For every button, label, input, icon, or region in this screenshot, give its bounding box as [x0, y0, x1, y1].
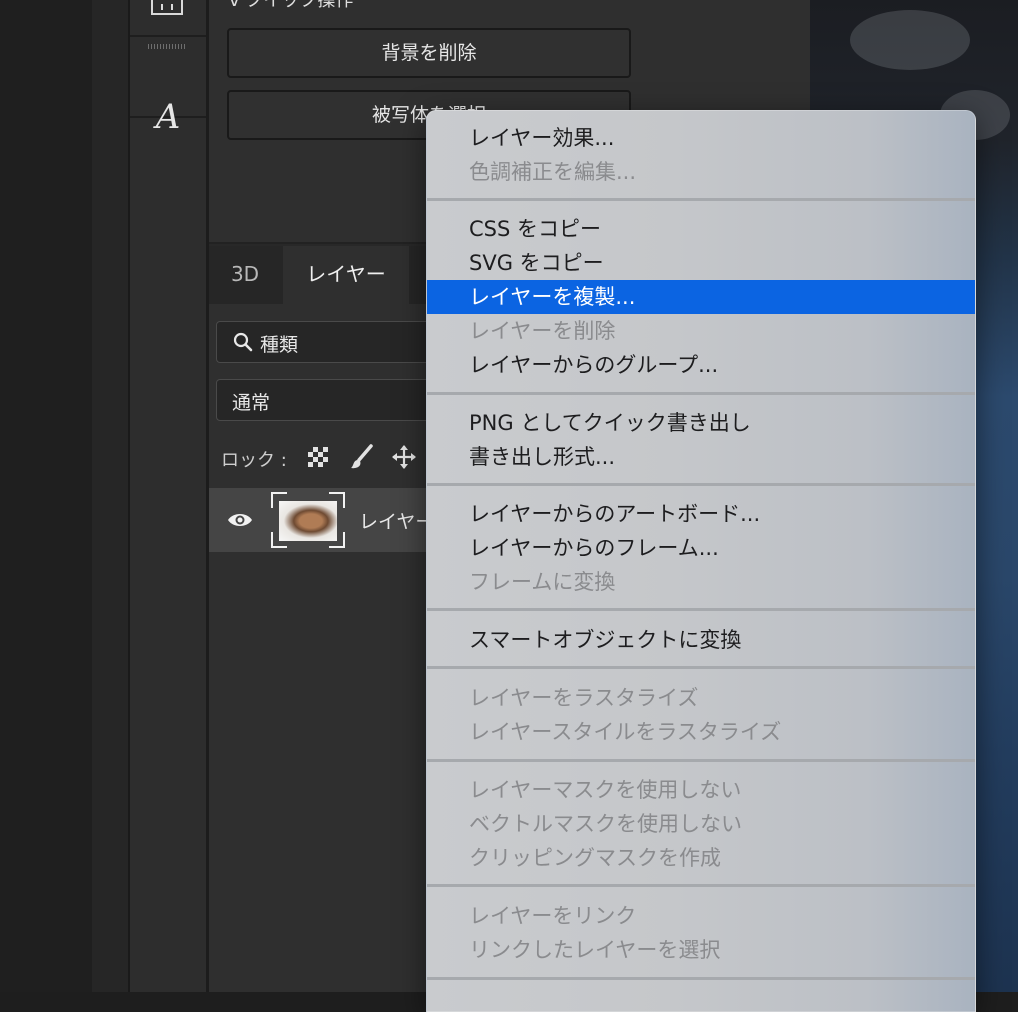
- menu-item-frame-from-layers[interactable]: レイヤーからのフレーム...: [427, 531, 975, 565]
- remove-background-button[interactable]: 背景を削除: [227, 28, 631, 78]
- menu-separator: [427, 392, 975, 395]
- menu-item-delete-layer: レイヤーを削除: [469, 319, 616, 343]
- menu-item-edit-adjustment: 色調補正を編集...: [469, 160, 637, 184]
- menu-separator: [427, 977, 975, 980]
- menu-item-select-linked-layers: リンクしたレイヤーを選択: [469, 938, 721, 962]
- menu-item-copy-css[interactable]: CSS をコピー: [427, 212, 975, 246]
- menu-item-convert-to-smart-object[interactable]: スマートオブジェクトに変換: [427, 623, 975, 657]
- canvas-texture: [850, 10, 970, 70]
- tool-column: A: [130, 0, 209, 992]
- menu-separator: [427, 608, 975, 611]
- lock-paint-icon[interactable]: [349, 444, 375, 470]
- type-tool-slot[interactable]: A: [130, 37, 206, 137]
- layer-filter-value: 種類: [260, 334, 299, 356]
- menu-item-create-clipping-mask: クリッピングマスクを作成: [469, 846, 721, 870]
- tab-3d[interactable]: 3D: [209, 246, 281, 304]
- quick-actions-title[interactable]: v クイック操作: [229, 0, 353, 12]
- layer-context-menu: レイヤー効果... 色調補正を編集... CSS をコピー SVG をコピー レ…: [426, 110, 976, 1012]
- menu-item-rasterize-layer-style: レイヤースタイルをラスタライズ: [469, 720, 782, 744]
- menu-item-export-as[interactable]: 書き出し形式...: [427, 440, 975, 474]
- menu-item-disable-layer-mask: レイヤーマスクを使用しない: [469, 778, 742, 802]
- menu-item-artboard-from-layers[interactable]: レイヤーからのアートボード...: [427, 497, 975, 531]
- thumb-corner: [271, 532, 287, 548]
- thumb-corner: [271, 492, 287, 508]
- type-tool-icon[interactable]: A: [150, 95, 186, 139]
- menu-item-group-from-layers[interactable]: レイヤーからのグループ...: [427, 348, 975, 382]
- thumb-corner: [329, 532, 345, 548]
- menu-item-convert-to-frame: フレームに変換: [469, 570, 616, 594]
- menu-separator: [427, 198, 975, 201]
- lock-position-icon[interactable]: [391, 444, 417, 470]
- menu-separator: [427, 884, 975, 887]
- menu-item-quick-export-png[interactable]: PNG としてクイック書き出し: [427, 406, 975, 440]
- menu-item-copy-svg[interactable]: SVG をコピー: [427, 246, 975, 280]
- layer-name[interactable]: レイヤー: [359, 507, 434, 534]
- menu-item-duplicate-layer[interactable]: レイヤーを複製...: [427, 280, 975, 314]
- tab-layers[interactable]: レイヤー: [283, 246, 409, 304]
- panel-dock-column: [92, 0, 130, 992]
- menu-item-rasterize-layer: レイヤーをラスタライズ: [469, 686, 699, 710]
- thumb-corner: [329, 492, 345, 508]
- menu-separator: [427, 759, 975, 762]
- menu-item-link-layers: レイヤーをリンク: [469, 904, 637, 928]
- layer-thumbnail[interactable]: [271, 492, 345, 548]
- frame-tool-icon[interactable]: [150, 0, 184, 16]
- search-icon: [233, 332, 253, 352]
- menu-separator: [427, 483, 975, 486]
- blend-mode-value: 通常: [232, 392, 271, 414]
- frame-tool-slot[interactable]: [130, 0, 206, 37]
- workspace-edge: [0, 0, 92, 992]
- eye-icon[interactable]: [227, 511, 253, 529]
- menu-item-layer-effects[interactable]: レイヤー効果...: [427, 121, 975, 155]
- lock-label: ロック :: [221, 450, 287, 471]
- lock-transparency-icon[interactable]: [307, 446, 329, 468]
- menu-separator: [427, 666, 975, 669]
- menu-item-disable-vector-mask: ベクトルマスクを使用しない: [469, 812, 742, 836]
